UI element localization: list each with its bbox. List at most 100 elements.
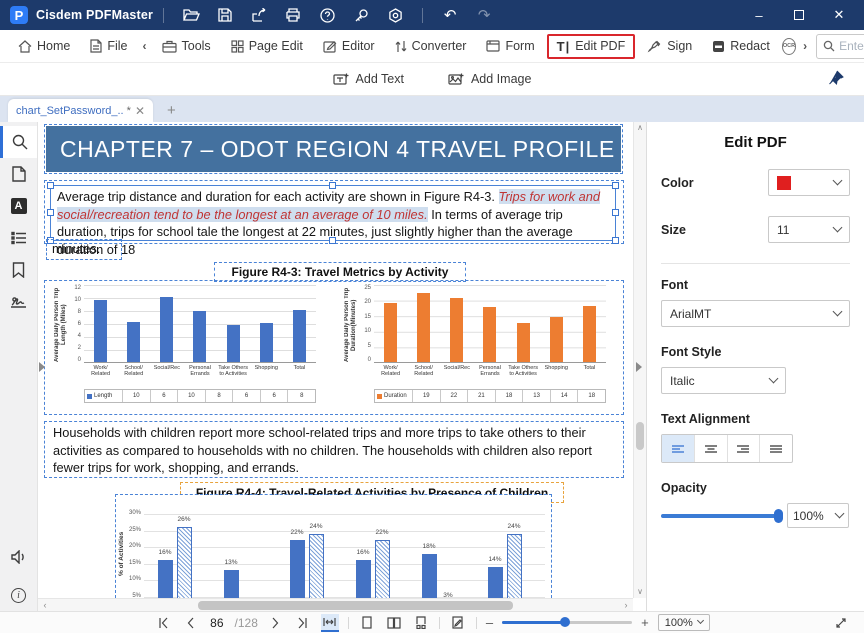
chapter-heading[interactable]: CHAPTER 7 – ODOT REGION 4 TRAVEL PROFILE: [46, 126, 621, 172]
read-aloud-button[interactable]: [0, 541, 37, 573]
fit-width-button[interactable]: [321, 614, 339, 632]
tab-converter[interactable]: Converter: [387, 35, 475, 57]
size-dropdown[interactable]: 11: [768, 216, 850, 243]
two-page-view-button[interactable]: [385, 614, 403, 632]
resize-handle[interactable]: [329, 182, 336, 189]
opacity-slider[interactable]: [661, 514, 779, 518]
print-icon[interactable]: [280, 4, 306, 26]
figure-r4-3-caption[interactable]: Figure R4-3: Travel Metrics by Activity: [214, 262, 466, 282]
paragraph-2[interactable]: Households with children report more sch…: [44, 421, 624, 478]
tab-tools[interactable]: Tools: [154, 35, 219, 57]
password-key-icon[interactable]: [348, 4, 374, 26]
page-properties-button[interactable]: [449, 614, 467, 632]
activities-by-children-chart[interactable]: % of Activities30%25%20%15%10%5%16%26%13…: [116, 495, 551, 598]
last-page-button[interactable]: [294, 614, 312, 632]
redo-icon[interactable]: ↷: [471, 4, 497, 26]
zoom-out-button[interactable]: –: [486, 616, 493, 629]
trip-duration-chart[interactable]: Average Daily Person Trip Duration(Minut…: [344, 285, 622, 403]
sidebar-expand-handle[interactable]: [39, 362, 45, 372]
document-viewport[interactable]: CHAPTER 7 – ODOT REGION 4 TRAVEL PROFILE…: [38, 122, 646, 611]
fullscreen-button[interactable]: [832, 614, 850, 632]
vertical-scroll-thumb[interactable]: [636, 422, 644, 450]
scroll-down-icon[interactable]: ∨: [634, 587, 646, 597]
settings-icon[interactable]: [382, 4, 408, 26]
tab-edit-pdf[interactable]: T|Edit PDF: [547, 34, 636, 59]
separator: [348, 617, 349, 629]
align-justify-button[interactable]: [760, 435, 792, 462]
align-center-button[interactable]: [695, 435, 728, 462]
zoom-slider[interactable]: [502, 621, 632, 624]
zoom-level-dropdown[interactable]: 100%: [658, 614, 710, 631]
sidebar-search-button[interactable]: [0, 126, 37, 158]
align-right-button[interactable]: [728, 435, 761, 462]
tab-redact[interactable]: Redact: [704, 35, 778, 57]
paragraph-1-selected[interactable]: Average trip distance and duration for e…: [50, 185, 616, 241]
single-page-view-button[interactable]: [358, 614, 376, 632]
scroll-right-icon[interactable]: ›: [619, 600, 633, 610]
panel-collapse-handle[interactable]: [636, 362, 642, 372]
more-tools-icon[interactable]: ›: [800, 37, 810, 55]
resize-handle[interactable]: [47, 209, 54, 216]
previous-page-button[interactable]: [181, 614, 199, 632]
search-input[interactable]: [839, 39, 864, 53]
document-tab[interactable]: chart_SetPassword_... * ✕: [8, 99, 153, 122]
sidebar-annotations-button[interactable]: A: [0, 190, 37, 222]
trip-length-chart[interactable]: Average Daily Person Trip Length (Miles)…: [54, 285, 332, 403]
open-file-icon[interactable]: [178, 4, 204, 26]
resize-handle[interactable]: [612, 237, 619, 244]
resize-handle[interactable]: [329, 237, 336, 244]
tab-home[interactable]: Home: [10, 35, 78, 57]
horizontal-scroll-thumb[interactable]: [198, 601, 513, 610]
align-left-button[interactable]: [662, 435, 695, 462]
opacity-dropdown[interactable]: 100%: [787, 503, 849, 528]
add-image-button[interactable]: Add Image: [448, 72, 531, 87]
ocr-icon[interactable]: OCR: [782, 38, 796, 55]
tab-close-icon[interactable]: ✕: [135, 104, 145, 118]
resize-handle[interactable]: [47, 182, 54, 189]
font-style-dropdown[interactable]: Italic: [661, 367, 786, 394]
tab-page-edit[interactable]: Page Edit: [223, 35, 311, 57]
zoom-slider-thumb[interactable]: [560, 617, 570, 627]
share-icon[interactable]: [246, 4, 272, 26]
undo-icon[interactable]: ↶: [437, 4, 463, 26]
figure-r4-4-chart-region[interactable]: % of Activities30%25%20%15%10%5%16%26%13…: [115, 494, 552, 598]
continuous-view-button[interactable]: [412, 614, 430, 632]
tab-file[interactable]: File: [82, 35, 135, 57]
save-icon[interactable]: [212, 4, 238, 26]
horizontal-scrollbar[interactable]: ‹ ›: [38, 598, 633, 611]
scroll-left-icon[interactable]: ‹: [38, 600, 52, 610]
resize-handle[interactable]: [612, 209, 619, 216]
color-label: Color: [661, 176, 694, 190]
paragraph-1-tail[interactable]: minutes.: [46, 239, 122, 260]
sidebar-thumbnails-button[interactable]: [0, 158, 37, 190]
tab-sign[interactable]: Sign: [639, 35, 700, 57]
sidebar-outline-button[interactable]: [0, 222, 37, 254]
opacity-slider-thumb[interactable]: [774, 509, 783, 523]
minimize-button[interactable]: –: [752, 8, 766, 23]
resize-handle[interactable]: [612, 182, 619, 189]
add-text-button[interactable]: Add Text: [333, 72, 404, 87]
sidebar-bookmark-button[interactable]: [0, 254, 37, 286]
sidebar-signature-button[interactable]: [0, 286, 37, 318]
new-tab-button[interactable]: +: [167, 102, 176, 119]
info-button[interactable]: i: [0, 579, 37, 611]
font-dropdown[interactable]: ArialMT: [661, 300, 850, 327]
collapse-left-icon[interactable]: ‹: [140, 37, 150, 55]
vertical-scrollbar[interactable]: ∧ ∨: [633, 122, 646, 598]
first-page-button[interactable]: [154, 614, 172, 632]
add-image-icon: [448, 72, 465, 87]
next-page-button[interactable]: [267, 614, 285, 632]
pin-icon[interactable]: [828, 70, 844, 87]
help-icon[interactable]: [314, 4, 340, 26]
font-style-label: Font Style: [661, 345, 850, 359]
tab-form[interactable]: Form: [478, 35, 542, 57]
current-page-number[interactable]: 86: [208, 616, 225, 630]
zoom-in-button[interactable]: +: [641, 616, 649, 629]
color-dropdown[interactable]: [768, 169, 850, 196]
bar: [293, 310, 306, 362]
close-button[interactable]: ✕: [832, 7, 846, 23]
bar: [550, 317, 563, 362]
scroll-up-icon[interactable]: ∧: [634, 123, 646, 133]
maximize-button[interactable]: [792, 8, 806, 23]
tab-editor[interactable]: Editor: [315, 35, 383, 57]
